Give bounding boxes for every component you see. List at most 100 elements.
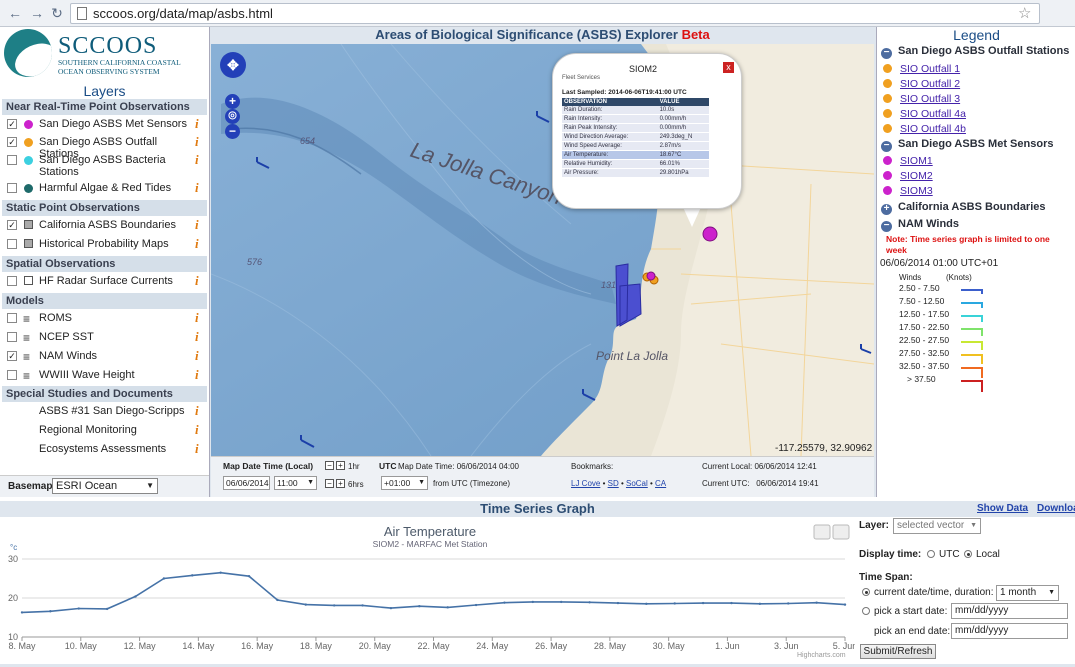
checkbox[interactable] xyxy=(7,370,17,380)
checkbox-checked[interactable]: ✓ xyxy=(7,351,17,361)
checkbox[interactable] xyxy=(7,239,17,249)
minus-1hr-button[interactable]: − xyxy=(325,461,334,470)
info-icon[interactable]: i xyxy=(195,134,199,150)
basemap-select[interactable]: ESRI Ocean ▼ xyxy=(52,478,158,494)
info-icon[interactable]: i xyxy=(195,310,199,326)
radio-current[interactable] xyxy=(862,588,870,596)
url-field[interactable]: sccoos.org/data/map/asbs.html xyxy=(70,3,1040,24)
table-row-selected[interactable]: Air Temperature: 18.67°C xyxy=(562,150,709,160)
legend-item-outfall-3[interactable]: SIO Outfall 3 xyxy=(883,93,960,105)
info-icon[interactable]: i xyxy=(195,422,199,438)
layer-outfall-stations[interactable]: ✓ San Diego ASBS Outfall Stations i xyxy=(2,134,207,160)
plus-6hrs-button[interactable]: + xyxy=(336,479,345,488)
layer-historical-probability[interactable]: Historical Probability Maps i xyxy=(2,236,207,254)
submit-refresh-button[interactable]: Submit/Refresh xyxy=(860,644,936,659)
plus-1hr-button[interactable]: + xyxy=(336,461,345,470)
zoom-in-icon[interactable]: + xyxy=(225,94,240,109)
bookmark-sd[interactable]: SD xyxy=(608,479,619,488)
pan-control-icon[interactable]: ✥ xyxy=(220,52,246,78)
reload-icon[interactable]: ↻ xyxy=(48,4,66,22)
info-icon[interactable]: i xyxy=(195,403,199,419)
legend-group-boundaries[interactable]: + California ASBS Boundaries xyxy=(881,201,1046,215)
legend-item-outfall-2[interactable]: SIO Outfall 2 xyxy=(883,78,960,90)
legend-item-siom1[interactable]: SIOM1 xyxy=(883,155,933,167)
x-tick-label: 12. May xyxy=(124,641,157,651)
bookmark-lj-cove[interactable]: LJ Cove xyxy=(571,479,600,488)
info-icon[interactable]: i xyxy=(195,348,199,364)
info-icon[interactable]: i xyxy=(195,236,199,252)
collapse-icon[interactable]: − xyxy=(881,48,892,59)
minus-6hrs-button[interactable]: − xyxy=(325,479,334,488)
obs-name: Relative Humidity: xyxy=(562,159,658,169)
layer-wwiii-wave-height[interactable]: ≡ WWIII Wave Height i xyxy=(2,367,207,385)
doc-regional-monitoring[interactable]: Regional Monitoring i xyxy=(2,422,207,440)
radio-start-date[interactable] xyxy=(862,607,870,615)
bookmark-socal[interactable]: SoCal xyxy=(626,479,648,488)
layers-title: Layers xyxy=(83,83,126,99)
info-icon[interactable]: i xyxy=(195,273,199,289)
info-icon[interactable]: i xyxy=(195,152,199,168)
close-icon[interactable]: x xyxy=(723,62,734,73)
legend-item-siom2[interactable]: SIOM2 xyxy=(883,170,933,182)
doc-asbs31[interactable]: ASBS #31 San Diego-Scripps i xyxy=(2,403,207,421)
checkbox[interactable] xyxy=(7,313,17,323)
layer-met-sensors[interactable]: ✓ San Diego ASBS Met Sensors i xyxy=(2,116,207,134)
wind-row-label: 17.50 - 22.50 xyxy=(899,322,950,332)
radio-local[interactable] xyxy=(964,550,972,558)
checkbox[interactable] xyxy=(7,332,17,342)
layer-select[interactable]: selected vector ▼ xyxy=(893,518,981,534)
checkbox[interactable] xyxy=(7,183,17,193)
back-arrow-icon[interactable]: ← xyxy=(6,4,24,22)
legend-group-nam[interactable]: − NAM Winds xyxy=(881,218,959,232)
end-date-input[interactable]: mm/dd/yyyy xyxy=(951,623,1068,639)
checkbox-checked[interactable]: ✓ xyxy=(7,220,17,230)
wind-barb-flag xyxy=(981,354,983,364)
info-icon[interactable]: i xyxy=(195,116,199,132)
legend-item-outfall-4b[interactable]: SIO Outfall 4b xyxy=(883,123,966,135)
layer-bacteria-stations[interactable]: San Diego ASBS Bacteria Stations i xyxy=(2,152,207,178)
info-icon[interactable]: i xyxy=(195,217,199,233)
layer-ncep-sst[interactable]: ≡ NCEP SST i xyxy=(2,329,207,347)
zoom-out-icon[interactable]: − xyxy=(225,124,240,139)
layer-asbs-boundaries[interactable]: ✓ California ASBS Boundaries i xyxy=(2,217,207,235)
bookmark-ca[interactable]: CA xyxy=(655,479,666,488)
outfall-dot-icon xyxy=(883,94,892,103)
radio-utc[interactable] xyxy=(927,550,935,558)
info-icon[interactable]: i xyxy=(195,367,199,383)
utc-offset-select[interactable]: +01:00 ▼ xyxy=(381,476,428,490)
globe-icon[interactable]: ◎ xyxy=(225,109,240,124)
checkbox[interactable] xyxy=(7,276,17,286)
forward-arrow-icon[interactable]: → xyxy=(28,4,46,22)
table-header-row: OBSERVATION VALUE xyxy=(562,98,709,106)
checkbox-checked[interactable]: ✓ xyxy=(7,137,17,147)
expand-icon[interactable]: + xyxy=(881,204,892,215)
info-icon[interactable]: i xyxy=(195,329,199,345)
layer-harmful-algae[interactable]: Harmful Algae & Red Tides i xyxy=(2,180,207,198)
map-canvas[interactable]: La Jolla Canyon Point La Jolla 654 576 1… xyxy=(211,44,874,456)
start-date-input[interactable]: mm/dd/yyyy xyxy=(951,603,1068,619)
info-icon[interactable]: i xyxy=(195,180,199,196)
map-time-select[interactable]: 11:00 ▼ xyxy=(274,476,317,490)
checkbox-checked[interactable]: ✓ xyxy=(7,119,17,129)
legend-item-outfall-4a[interactable]: SIO Outfall 4a xyxy=(883,108,966,120)
show-data-link[interactable]: Show Data xyxy=(977,503,1028,514)
checkbox[interactable] xyxy=(7,155,17,165)
bookmark-star-icon[interactable]: ☆ xyxy=(1018,4,1031,22)
obs-value: 66.01% xyxy=(657,159,709,169)
download-link[interactable]: Download xyxy=(1037,503,1075,514)
legend-item-outfall-1[interactable]: SIO Outfall 1 xyxy=(883,63,960,75)
legend-item-siom3[interactable]: SIOM3 xyxy=(883,185,933,197)
doc-ecosystems-assessments[interactable]: Ecosystems Assessments i xyxy=(2,441,207,459)
collapse-icon[interactable]: − xyxy=(881,221,892,232)
info-icon[interactable]: i xyxy=(195,441,199,457)
map-date-input[interactable]: 06/06/2014 xyxy=(223,476,270,490)
duration-select[interactable]: 1 month ▼ xyxy=(996,585,1059,601)
layer-nam-winds[interactable]: ✓ ≡ NAM Winds i xyxy=(2,348,207,366)
layer-hf-radar[interactable]: HF Radar Surface Currents i xyxy=(2,273,207,291)
layer-roms[interactable]: ≡ ROMS i xyxy=(2,310,207,328)
legend-group-outfall[interactable]: − San Diego ASBS Outfall Stations xyxy=(881,45,1069,59)
x-tick-label: 14. May xyxy=(182,641,215,651)
legend-group-met[interactable]: − San Diego ASBS Met Sensors xyxy=(881,138,1053,152)
data-point xyxy=(503,601,506,604)
collapse-icon[interactable]: − xyxy=(881,141,892,152)
